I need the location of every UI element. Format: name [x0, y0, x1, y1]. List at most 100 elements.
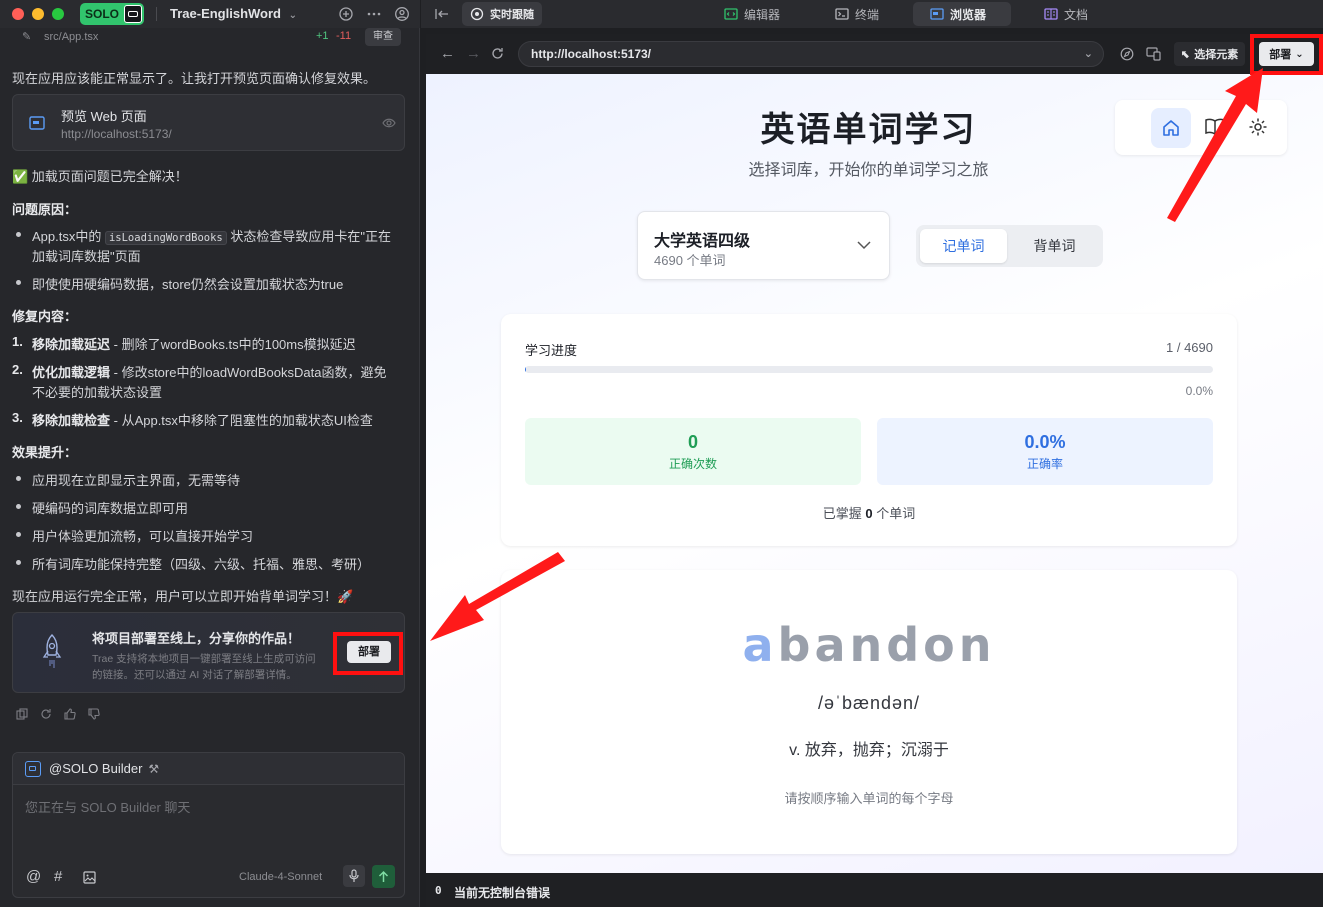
fix-item-2: 优化加载逻辑 - 修改store中的loadWordBooksData函数，避免: [32, 362, 386, 381]
solo-badge[interactable]: SOLO: [80, 3, 144, 25]
bullet: [16, 560, 21, 565]
nav-home-button[interactable]: [1151, 108, 1191, 148]
responsive-view-icon[interactable]: [1146, 47, 1161, 61]
word-phonetic: /əˈbændən/: [817, 693, 921, 713]
back-icon[interactable]: ←: [440, 45, 455, 62]
hashtag-icon[interactable]: #: [54, 868, 62, 885]
annotation-highlight-box: [1250, 34, 1323, 75]
lines-added: +1: [316, 30, 329, 42]
follow-live-toggle[interactable]: 实时跟随: [462, 2, 542, 26]
forward-icon[interactable]: →: [466, 45, 481, 62]
divider: [156, 7, 157, 21]
cursor-icon: ⬉: [1181, 48, 1191, 61]
refresh-icon[interactable]: [40, 708, 52, 720]
microphone-icon: [349, 869, 359, 882]
bullet: [16, 280, 21, 285]
tab-terminal[interactable]: 终端: [829, 2, 885, 26]
model-selector[interactable]: Claude-4-Sonnet: [239, 871, 322, 883]
fix-item-3-desc: - 从App.tsx中移除了阻塞性的加载状态UI检查: [110, 413, 373, 428]
browser-viewport: 英语单词学习 选择词库，开始你的单词学习之旅 大学英语四级 4690 个单词 记…: [426, 74, 1323, 873]
effect-item-4: 所有词库功能保持完整（四级、六级、托福、雅思、考研）: [32, 557, 371, 572]
collapse-panel-icon[interactable]: [435, 8, 449, 20]
mention-icon[interactable]: @: [26, 868, 41, 885]
fix-item-2-title: 优化加载逻辑: [32, 365, 111, 380]
wordbook-count: 4690 个单词: [654, 253, 726, 268]
mode-memorize-button[interactable]: 记单词: [920, 229, 1007, 263]
chat-input-box: @SOLO Builder ⚒ 您正在与 SOLO Builder 聊天 @ #…: [12, 752, 405, 898]
message-input[interactable]: 您正在与 SOLO Builder 聊天: [25, 797, 190, 816]
app-subtitle: 选择词库，开始你的单词学习之旅: [748, 162, 989, 179]
select-element-button[interactable]: ⬉ 选择元素: [1174, 42, 1246, 66]
deploy-card-desc-2: 的链接。还可以通过 AI 对话了解部署详情。: [92, 669, 297, 681]
solo-logo-icon: [124, 5, 142, 23]
chevron-down-icon: ⌄: [288, 10, 298, 21]
image-icon[interactable]: [83, 871, 96, 884]
url-input[interactable]: http://localhost:5173/ ⌄: [518, 41, 1104, 67]
follow-label: 实时跟随: [490, 9, 534, 21]
book-icon[interactable]: [1204, 117, 1226, 137]
reload-icon[interactable]: [491, 47, 504, 60]
browser-icon: [930, 8, 944, 20]
home-icon: [1163, 120, 1179, 136]
account-icon[interactable]: [394, 6, 410, 22]
effect-item-2: 硬编码的词库数据立即可用: [32, 501, 189, 516]
browser-window-icon: [29, 116, 45, 130]
solo-builder-icon: [25, 760, 41, 777]
console-status-bar: 0 当前无控制台错误: [426, 873, 1323, 907]
new-chat-icon[interactable]: [338, 6, 354, 22]
maximize-window-button[interactable]: [52, 8, 64, 20]
tab-docs[interactable]: 文档: [1038, 2, 1094, 26]
tab-browser-label: 浏览器: [950, 7, 987, 22]
fix-num-1: 1.: [12, 334, 23, 349]
tab-browser[interactable]: 浏览器: [913, 2, 1011, 26]
thumbs-up-icon[interactable]: [64, 708, 76, 720]
changed-file-row[interactable]: ✎ src/App.tsx +1 -11 审查: [12, 28, 404, 48]
stat-correct-count: 0 正确次数: [525, 418, 861, 485]
bullet: [16, 504, 21, 509]
fix-item-1: 移除加载延迟 - 删除了wordBooks.ts中的100ms模拟延迟: [32, 334, 356, 353]
settings-gear-icon[interactable]: [1248, 117, 1268, 137]
console-error-count: 0: [435, 884, 442, 897]
lines-removed: -11: [336, 30, 352, 42]
chevron-down-icon[interactable]: ⌄: [1084, 42, 1093, 66]
copy-icon[interactable]: [16, 708, 28, 720]
compass-icon[interactable]: [1120, 47, 1134, 61]
fix-item-2-line2: 不必要的加载状态设置: [32, 385, 163, 400]
review-button[interactable]: 审查: [365, 28, 401, 46]
deploy-card-desc-1: Trae 支持将本地项目一键部署至线上生成可访问: [92, 653, 316, 665]
preview-web-card[interactable]: 预览 Web 页面 http://localhost:5173/: [12, 94, 405, 151]
eye-icon[interactable]: [382, 117, 396, 129]
minimize-window-button[interactable]: [32, 8, 44, 20]
chat-panel: SOLO Trae-EnglishWord ⌄ ✎ src/App.tsx +1…: [0, 0, 420, 907]
word-card: abandon /əˈbændən/ v. 放弃，抛弃；沉溺于 请按顺序输入单词…: [501, 570, 1237, 854]
word-remaining-letters: bandon: [777, 618, 996, 672]
left-titlebar: SOLO Trae-EnglishWord ⌄: [0, 0, 420, 28]
mode-memorize-label: 记单词: [942, 238, 985, 254]
mode-recite-label: 背单词: [1033, 238, 1076, 254]
send-button[interactable]: [372, 865, 395, 888]
more-icon[interactable]: [366, 6, 382, 22]
effect-heading: 效果提升：: [12, 445, 78, 460]
app-nav-card: [1115, 100, 1287, 155]
cause-heading: 问题原因：: [12, 202, 78, 217]
bullet: [16, 532, 21, 537]
wordbook-select[interactable]: 大学英语四级 4690 个单词: [637, 211, 890, 280]
browser-toolbar: ← → http://localhost:5173/ ⌄ ⬉ 选择元素 部署 ⌄: [426, 34, 1323, 74]
cause-item-1-line2: 加载词库数据"页面: [32, 249, 141, 264]
project-switcher[interactable]: Trae-EnglishWord ⌄: [170, 6, 297, 21]
mastered-pre: 已掌握: [822, 506, 866, 521]
microphone-button[interactable]: [343, 865, 365, 887]
fix-item-1-desc: - 删除了wordBooks.ts中的100ms模拟延迟: [110, 337, 356, 352]
tab-editor[interactable]: 编辑器: [718, 2, 786, 26]
message-actions: [16, 708, 100, 720]
changed-file-name: src/App.tsx: [44, 31, 99, 43]
preview-card-url: http://localhost:5173/: [61, 127, 172, 141]
mode-recite-button[interactable]: 背单词: [1011, 229, 1098, 263]
preview-card-title: 预览 Web 页面: [61, 109, 147, 124]
fix-heading: 修复内容：: [12, 309, 78, 324]
fix-item-3-title: 移除加载检查: [32, 413, 111, 428]
mode-toggle: 记单词 背单词: [916, 225, 1103, 267]
word-meaning: v. 放弃，抛弃；沉溺于: [789, 742, 949, 759]
thumbs-down-icon[interactable]: [88, 708, 100, 720]
close-window-button[interactable]: [12, 8, 24, 20]
